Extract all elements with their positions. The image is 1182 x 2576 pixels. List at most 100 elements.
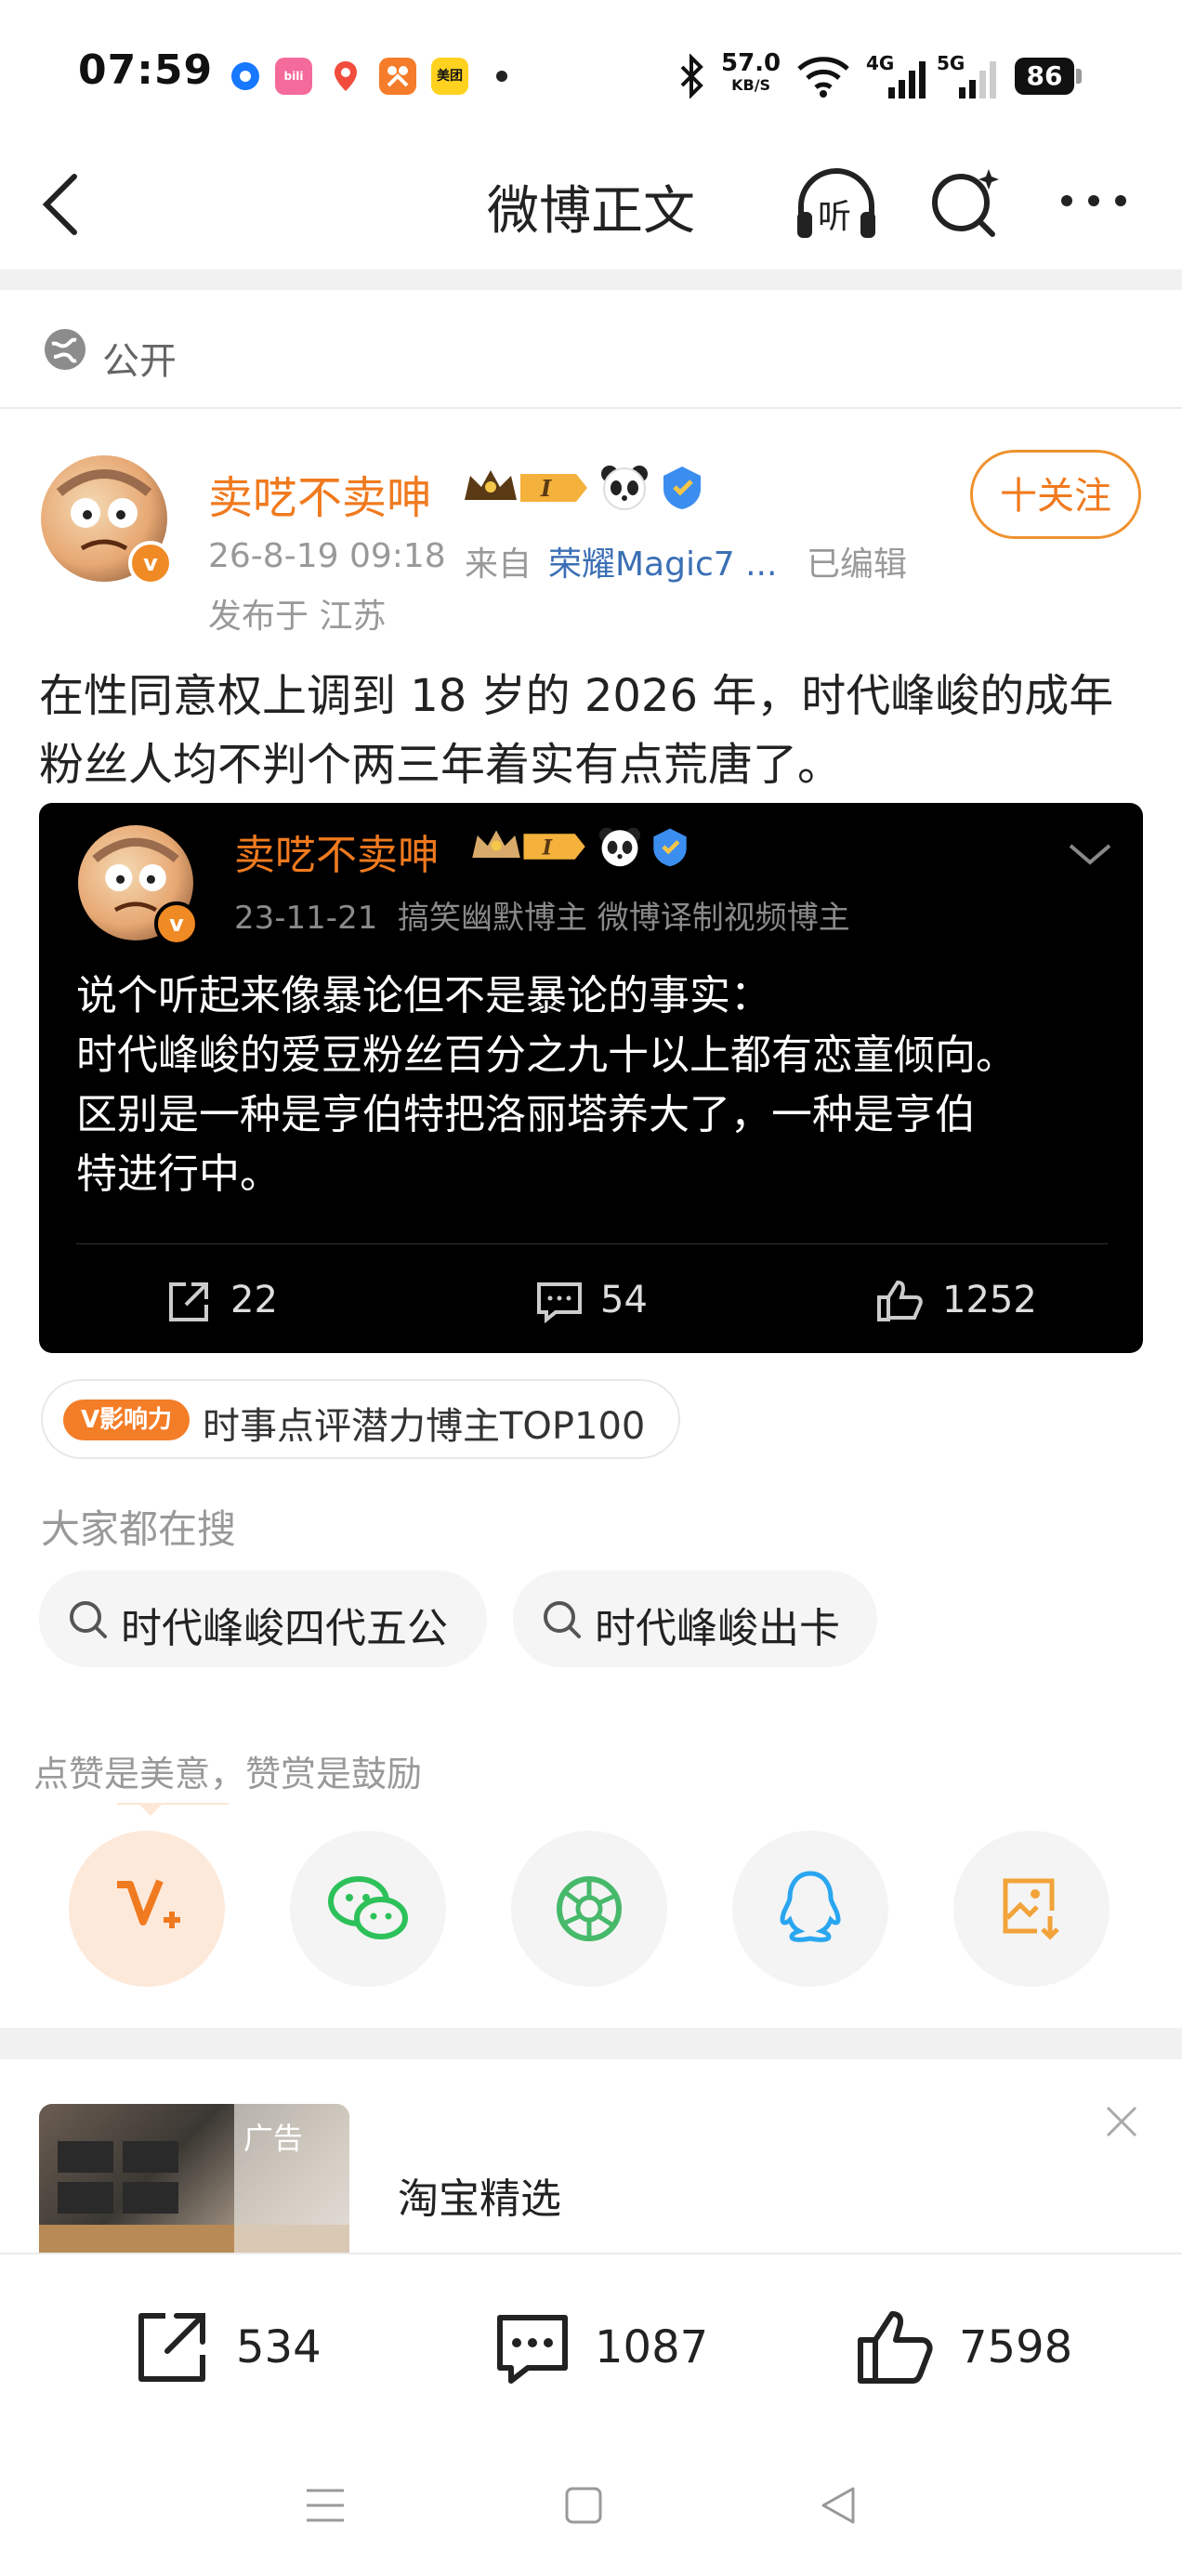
author-name[interactable]: 卖呓不卖呻 [208, 461, 431, 526]
share-moments-button[interactable] [511, 1831, 667, 1987]
triangle-back-icon [821, 2487, 855, 2524]
member-crown-icon: I [468, 825, 589, 872]
influence-badge[interactable]: V影响力 时事点评潜力博主TOP100 [41, 1379, 680, 1459]
post-text: 在性同意权上调到 18 岁的 2026 年，时代峰峻的成年粉丝人均不判个两三年着… [39, 670, 1114, 791]
influence-tag: V影响力 [63, 1400, 190, 1440]
quoted-like-count: 1252 [942, 1279, 1037, 1321]
network-speed-value: 57.0 [721, 49, 781, 77]
verified-badge-icon: v [128, 541, 173, 585]
wifi-icon [795, 54, 851, 102]
quoted-text-line: 特进行中。 [76, 1150, 281, 1198]
like-button[interactable]: 7598 [853, 2307, 1076, 2390]
bottom-action-bar: 534 1087 7598 [0, 2253, 1182, 2438]
verified-badge-icon: v [154, 901, 199, 946]
search-icon [544, 1601, 581, 1638]
quoted-post-card[interactable]: v 卖呓不卖呻 I 23-11-21 搞笑幽默博主 微博译制视频博主 说个听起来… [39, 803, 1143, 1353]
chevron-down-icon[interactable] [1067, 840, 1113, 872]
panda-icon [598, 463, 650, 515]
source-prefix: 来自 [465, 545, 532, 584]
close-icon [1106, 2106, 1137, 2137]
quoted-comment-button[interactable]: 54 [535, 1273, 703, 1329]
clock: 07:59 [78, 46, 214, 94]
visibility-label: 公开 [102, 340, 177, 383]
panda-icon [597, 825, 643, 872]
trending-search-title: 大家都在搜 [41, 1506, 237, 1552]
post-time: 26-8-19 09:18 [208, 537, 446, 575]
divider [76, 1243, 1108, 1244]
reward-text: 点赞是美意，赞赏是鼓励 [33, 1754, 423, 1794]
map-pin-icon [327, 58, 364, 95]
menu-icon [307, 2489, 344, 2522]
bluetooth-icon [676, 53, 706, 102]
repost-button[interactable]: 534 [130, 2307, 335, 2390]
quoted-comment-count: 54 [600, 1279, 648, 1321]
repost-icon [169, 1282, 208, 1321]
svg-text:I: I [542, 835, 553, 860]
search-chip[interactable]: 时代峰峻出卡 [513, 1571, 877, 1667]
back-nav-button[interactable] [818, 2483, 859, 2531]
shield-badge-icon [649, 825, 691, 872]
quoted-post-text: 说个听起来像暴论但不是暴论的事实： 时代峰峻的爱豆粉丝百分之九十以上都有恋童倾向… [76, 966, 1117, 1204]
divider [117, 1803, 229, 1805]
wechat-icon [328, 1876, 408, 1939]
ad-tag: 广告 [243, 2121, 304, 2156]
comment-button[interactable]: 1087 [491, 2307, 714, 2390]
search-button[interactable] [927, 164, 1005, 242]
search-chip-label: 时代峰峻出卡 [595, 1605, 840, 1652]
follow-button[interactable]: 十关注 [970, 450, 1141, 539]
ad-title[interactable]: 淘宝精选 [398, 2165, 561, 2225]
bilibili-icon: bili [275, 58, 312, 95]
svg-text:I: I [540, 475, 552, 502]
repost-icon [138, 2313, 205, 2382]
more-button[interactable] [1052, 182, 1136, 219]
moments-icon [557, 1876, 622, 1941]
network-speed: 57.0 KB/S [721, 49, 781, 97]
signal-5g-icon: 5G [937, 52, 1002, 99]
status-bar: 07:59 bili 美团 57.0 KB/S 4G 5G 86 [0, 0, 1182, 139]
system-nav-bar [0, 2437, 1182, 2576]
signal-4g-icon: 4G [866, 52, 931, 99]
thumbs-up-icon [877, 1280, 923, 1321]
search-chip-label: 时代峰峻四代五公 [121, 1605, 448, 1652]
quoted-text-line: 说个听起来像暴论但不是暴论的事实： [76, 972, 771, 1019]
quoted-repost-count: 22 [230, 1279, 278, 1321]
pointer-arrow [138, 1803, 164, 1816]
edited-label: 已编辑 [807, 545, 908, 584]
meituan-icon: 美团 [431, 58, 468, 95]
comment-count: 1087 [595, 2321, 709, 2373]
quoted-repost-button[interactable]: 22 [165, 1273, 333, 1329]
v-plus-icon [117, 1879, 180, 1928]
influence-text: 时事点评潜力博主TOP100 [203, 1405, 646, 1448]
app-notification-icon [379, 58, 416, 95]
battery-level: 86 [1015, 58, 1074, 95]
quoted-text-line: 区别是一种是亨伯特把洛丽塔养大了，一种是亨伯 [76, 1091, 976, 1138]
app-notification-icon [227, 58, 264, 95]
save-image-button[interactable] [953, 1831, 1110, 1987]
thumbs-up-icon [858, 2311, 933, 2384]
reward-button[interactable] [69, 1831, 225, 1987]
share-wechat-button[interactable] [290, 1831, 446, 1987]
home-nav-button[interactable] [563, 2485, 604, 2530]
section-divider [0, 269, 1182, 290]
network-speed-unit: KB/S [731, 76, 771, 94]
menu-nav-button[interactable] [303, 2485, 348, 2530]
save-image-icon [1003, 1878, 1059, 1940]
search-chip[interactable]: 时代峰峻四代五公 [39, 1571, 487, 1667]
quoted-text-line: 时代峰峻的爱豆粉丝百分之九十以上都有恋童倾向。 [76, 1032, 1017, 1079]
member-crown-icon: I [461, 465, 591, 511]
quoted-like-button[interactable]: 1252 [875, 1273, 1061, 1329]
quoted-author-name[interactable]: 卖呓不卖呻 [234, 821, 439, 881]
listen-label: 听 [818, 198, 852, 236]
share-qq-button[interactable] [732, 1831, 888, 1987]
divider [0, 407, 1182, 409]
comment-icon [537, 1282, 582, 1323]
section-divider [0, 2028, 1182, 2059]
quoted-time: 23-11-21 [234, 900, 378, 937]
shield-badge-icon [658, 463, 706, 515]
like-count: 7598 [959, 2321, 1073, 2373]
globe-icon [41, 325, 89, 377]
listen-button[interactable]: 听 [792, 164, 881, 247]
close-ad-button[interactable] [1102, 2102, 1141, 2145]
source-device-link[interactable]: 荣耀Magic7 ... [548, 537, 777, 585]
search-icon [70, 1601, 107, 1638]
